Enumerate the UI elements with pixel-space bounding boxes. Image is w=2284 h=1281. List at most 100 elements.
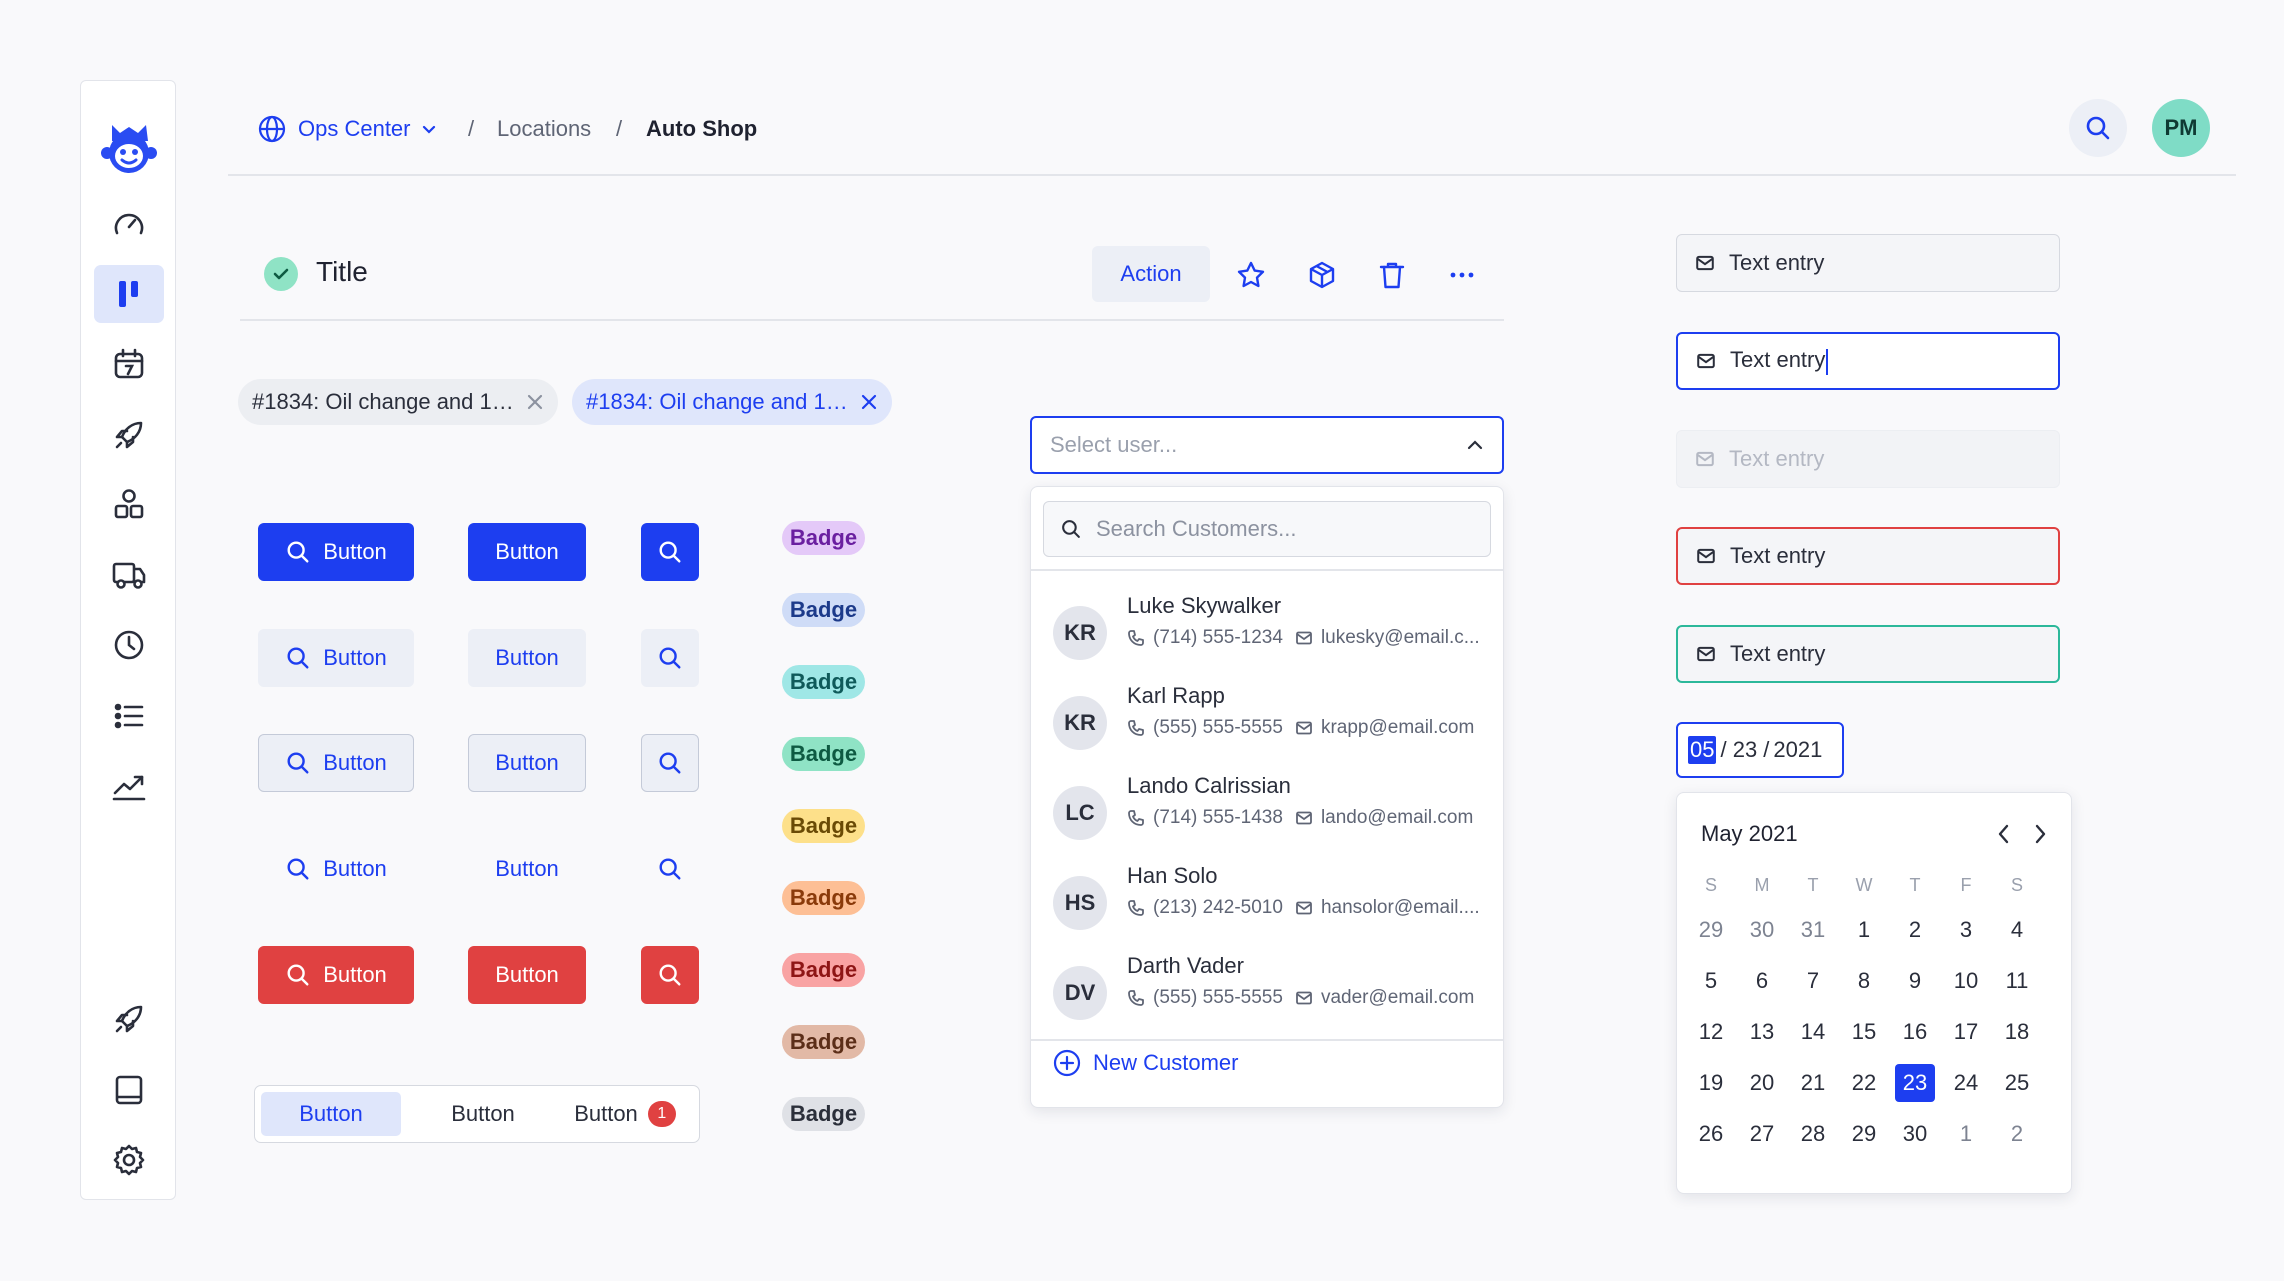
calendar-day[interactable]: 14 xyxy=(1793,1013,1833,1051)
customer-option[interactable]: HS Han Solo (213) 242-5010 hansolor@emai… xyxy=(1053,863,1483,943)
calendar-day[interactable]: 21 xyxy=(1793,1064,1833,1102)
chevron-left-icon[interactable] xyxy=(1989,817,2019,851)
icon-button-primary[interactable] xyxy=(641,523,699,581)
calendar-day[interactable]: 19 xyxy=(1691,1064,1731,1102)
calendar-day[interactable]: 15 xyxy=(1844,1013,1884,1051)
action-button[interactable]: Action xyxy=(1092,246,1210,302)
breadcrumb-org[interactable]: Ops Center xyxy=(298,116,411,142)
icon-button-danger[interactable] xyxy=(641,946,699,1004)
calendar-day[interactable]: 5 xyxy=(1691,962,1731,1000)
calendar-day[interactable]: 20 xyxy=(1742,1064,1782,1102)
calendar-day[interactable]: 8 xyxy=(1844,962,1884,1000)
search-customers-input[interactable]: Search Customers... xyxy=(1043,501,1491,557)
customer-option[interactable]: DV Darth Vader (555) 555-5555 vader@emai… xyxy=(1053,953,1483,1033)
tag-chip[interactable]: #1834: Oil change and 1… xyxy=(572,379,892,425)
calendar-day[interactable]: 2 xyxy=(1895,911,1935,949)
truck-icon[interactable] xyxy=(94,546,164,604)
calendar-day[interactable]: 2 xyxy=(1997,1115,2037,1153)
list-icon[interactable] xyxy=(94,687,164,745)
calendar-day[interactable]: 25 xyxy=(1997,1064,2037,1102)
more-icon[interactable] xyxy=(1445,258,1479,292)
clock-icon[interactable] xyxy=(94,616,164,674)
rocket-icon[interactable] xyxy=(94,990,164,1048)
calendar-day[interactable]: 23 xyxy=(1895,1064,1935,1102)
customer-option[interactable]: KR Karl Rapp (555) 555-5555 krapp@email.… xyxy=(1053,683,1483,763)
calendar-day[interactable]: 4 xyxy=(1997,911,2037,949)
date-year[interactable]: 2021 xyxy=(1773,737,1822,763)
date-day[interactable]: / 23 / xyxy=(1720,737,1769,763)
trend-icon[interactable] xyxy=(94,757,164,815)
chevron-right-icon[interactable] xyxy=(2025,817,2055,851)
segment-item-2[interactable]: Button xyxy=(413,1092,553,1136)
search-button-danger[interactable]: Button xyxy=(258,946,414,1004)
select-user[interactable]: Select user... xyxy=(1030,416,1504,474)
icon-button-secondary[interactable] xyxy=(641,629,699,687)
calendar-day[interactable]: 16 xyxy=(1895,1013,1935,1051)
calendar-day[interactable]: 10 xyxy=(1946,962,1986,1000)
calendar-day[interactable]: 29 xyxy=(1844,1115,1884,1153)
trash-icon[interactable] xyxy=(1375,258,1409,292)
calendar-day[interactable]: 17 xyxy=(1946,1013,1986,1051)
segment-item-1[interactable]: Button xyxy=(261,1092,401,1136)
close-icon[interactable] xyxy=(526,393,544,411)
calendar-day[interactable]: 24 xyxy=(1946,1064,1986,1102)
tag-chip[interactable]: #1834: Oil change and 1… xyxy=(238,379,558,425)
calendar-day[interactable]: 6 xyxy=(1742,962,1782,1000)
breadcrumb-locations[interactable]: Locations xyxy=(497,112,591,146)
search-button-ghost[interactable]: Button xyxy=(258,840,414,898)
logo-icon[interactable] xyxy=(94,119,164,183)
calendar-day[interactable]: 31 xyxy=(1793,911,1833,949)
danger-button[interactable]: Button xyxy=(468,946,586,1004)
text-entry-error[interactable]: Text entry xyxy=(1676,527,2060,585)
calendar-day[interactable]: 29 xyxy=(1691,911,1731,949)
text-entry-default[interactable]: Text entry xyxy=(1676,234,2060,292)
calendar-day[interactable]: 1 xyxy=(1946,1115,1986,1153)
dashboard-icon[interactable] xyxy=(94,196,164,254)
calendar-day[interactable]: 27 xyxy=(1742,1115,1782,1153)
board-icon[interactable] xyxy=(94,265,164,323)
new-customer-button[interactable]: New Customer xyxy=(1053,1049,1238,1077)
calendar-day[interactable]: 28 xyxy=(1793,1115,1833,1153)
gear-icon[interactable] xyxy=(94,1131,164,1189)
segment-item-3[interactable]: Button 1 xyxy=(555,1092,695,1136)
rocket-icon[interactable] xyxy=(94,406,164,464)
chevron-down-icon[interactable] xyxy=(421,121,437,137)
icon-button-ghost[interactable] xyxy=(641,840,699,898)
outline-button[interactable]: Button xyxy=(468,734,586,792)
badge-gray: Badge xyxy=(782,1097,865,1131)
calendar-day[interactable]: 3 xyxy=(1946,911,1986,949)
customer-option[interactable]: LC Lando Calrissian (714) 555-1438 lando… xyxy=(1053,773,1483,853)
calendar-day[interactable]: 18 xyxy=(1997,1013,2037,1051)
calendar-day[interactable]: 12 xyxy=(1691,1013,1731,1051)
icon-button-outline[interactable] xyxy=(641,734,699,792)
customer-option[interactable]: KR Luke Skywalker (714) 555-1234 lukesky… xyxy=(1053,593,1483,673)
text-entry-success[interactable]: Text entry xyxy=(1676,625,2060,683)
search-button-outline[interactable]: Button xyxy=(258,734,414,792)
calendar-day[interactable]: 30 xyxy=(1742,911,1782,949)
tag-chip-label: #1834: Oil change and 1… xyxy=(586,389,848,414)
calendar-day[interactable]: 30 xyxy=(1895,1115,1935,1153)
package-icon[interactable] xyxy=(1305,258,1339,292)
date-month[interactable]: 05 xyxy=(1688,736,1717,764)
calendar-icon[interactable] xyxy=(94,335,164,393)
book-icon[interactable] xyxy=(94,1061,164,1119)
calendar-day[interactable]: 26 xyxy=(1691,1115,1731,1153)
shapes-icon[interactable] xyxy=(94,475,164,533)
primary-button[interactable]: Button xyxy=(468,523,586,581)
calendar-day[interactable]: 11 xyxy=(1997,962,2037,1000)
secondary-button[interactable]: Button xyxy=(468,629,586,687)
calendar-day[interactable]: 1 xyxy=(1844,911,1884,949)
star-icon[interactable] xyxy=(1234,258,1268,292)
calendar-day[interactable]: 7 xyxy=(1793,962,1833,1000)
search-button-secondary[interactable]: Button xyxy=(258,629,414,687)
text-entry-focused[interactable]: Text entry xyxy=(1676,332,2060,390)
date-input[interactable]: 05 / 23 / 2021 xyxy=(1676,722,1844,778)
calendar-day[interactable]: 9 xyxy=(1895,962,1935,1000)
search-button[interactable] xyxy=(2069,99,2127,157)
avatar[interactable]: PM xyxy=(2152,99,2210,157)
ghost-button[interactable]: Button xyxy=(468,840,586,898)
calendar-day[interactable]: 22 xyxy=(1844,1064,1884,1102)
search-button-primary[interactable]: Button xyxy=(258,523,414,581)
calendar-day[interactable]: 13 xyxy=(1742,1013,1782,1051)
close-icon[interactable] xyxy=(860,393,878,411)
